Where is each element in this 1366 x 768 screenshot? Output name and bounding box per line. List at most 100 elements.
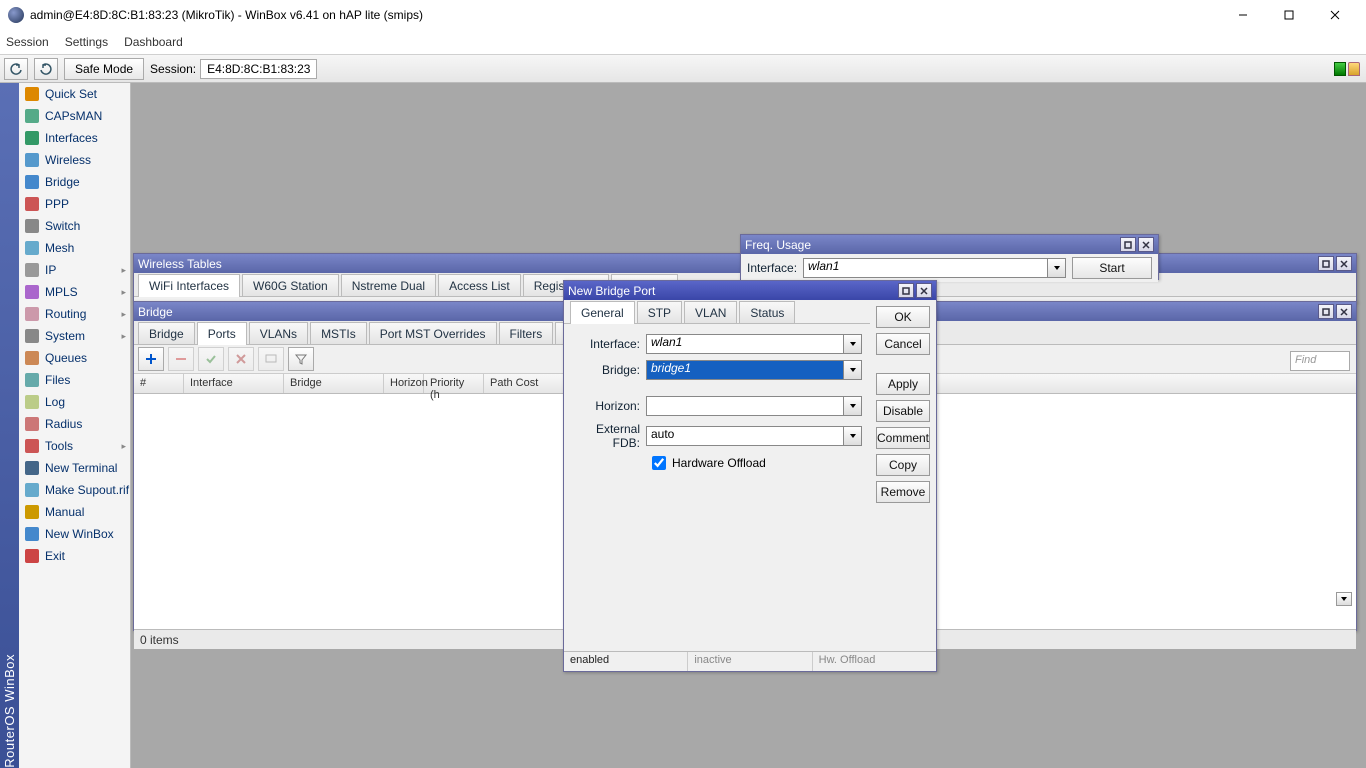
sidebar-item-tools[interactable]: Tools▸ [19, 435, 130, 457]
remove-button[interactable]: Remove [876, 481, 930, 503]
remove-button[interactable] [168, 347, 194, 371]
new-bridge-port-dialog[interactable]: New Bridge Port GeneralSTPVLANStatus Int… [563, 280, 937, 672]
sidebar-item-radius[interactable]: Radius [19, 413, 130, 435]
sidebar-item-bridge[interactable]: Bridge [19, 171, 130, 193]
tab-mstis[interactable]: MSTIs [310, 322, 367, 344]
dropdown-icon[interactable] [844, 334, 862, 354]
redo-button[interactable] [34, 58, 58, 80]
sidebar-item-interfaces[interactable]: Interfaces [19, 127, 130, 149]
sidebar-item-quick-set[interactable]: Quick Set [19, 83, 130, 105]
menu-settings[interactable]: Settings [65, 35, 108, 49]
apply-button[interactable]: Apply [876, 373, 930, 395]
minimize-button[interactable] [1220, 0, 1266, 30]
column-header[interactable]: Priority (h [424, 374, 484, 393]
sidebar-item-new-winbox[interactable]: New WinBox [19, 523, 130, 545]
tab-nstreme-dual[interactable]: Nstreme Dual [341, 274, 436, 296]
close-icon[interactable] [916, 283, 932, 298]
sidebar-item-make-supout-rif[interactable]: Make Supout.rif [19, 479, 130, 501]
dropdown-icon[interactable] [844, 396, 862, 416]
comment-button[interactable]: Comment [876, 427, 930, 449]
external-fdb-input[interactable]: auto [646, 426, 844, 446]
tab-port-mst-overrides[interactable]: Port MST Overrides [369, 322, 497, 344]
bridge-input[interactable]: bridge1 [646, 360, 844, 380]
close-button[interactable] [1312, 0, 1358, 30]
sidebar-item-wireless[interactable]: Wireless [19, 149, 130, 171]
sidebar-item-files[interactable]: Files [19, 369, 130, 391]
sidebar-item-routing[interactable]: Routing▸ [19, 303, 130, 325]
sidebar-item-capsman[interactable]: CAPsMAN [19, 105, 130, 127]
tab-w60g-station[interactable]: W60G Station [242, 274, 339, 296]
restore-icon[interactable] [1318, 256, 1334, 271]
new-bridge-port-titlebar[interactable]: New Bridge Port [564, 281, 936, 300]
sidebar-item-exit[interactable]: Exit [19, 545, 130, 567]
status-inactive: inactive [688, 652, 812, 671]
restore-icon[interactable] [1318, 304, 1334, 319]
enable-button[interactable] [198, 347, 224, 371]
tab-general[interactable]: General [570, 301, 635, 324]
restore-icon[interactable] [1120, 237, 1136, 252]
comment-button[interactable] [258, 347, 284, 371]
sidebar-item-system[interactable]: System▸ [19, 325, 130, 347]
ok-button[interactable]: OK [876, 306, 930, 328]
find-input[interactable]: Find [1290, 351, 1350, 371]
dropdown-icon[interactable] [1048, 258, 1066, 278]
disable-button[interactable] [228, 347, 254, 371]
tab-vlans[interactable]: VLANs [249, 322, 308, 344]
sidebar-item-label: Make Supout.rif [45, 483, 129, 497]
sidebar-item-switch[interactable]: Switch [19, 215, 130, 237]
close-icon[interactable] [1138, 237, 1154, 252]
dropdown-icon[interactable] [1336, 592, 1352, 606]
sidebar-item-mesh[interactable]: Mesh [19, 237, 130, 259]
sidebar-item-new-terminal[interactable]: New Terminal [19, 457, 130, 479]
sidebar-icon [25, 549, 39, 563]
tab-access-list[interactable]: Access List [438, 274, 521, 296]
column-header[interactable]: Horizon [384, 374, 424, 393]
sidebar-item-label: IP [45, 263, 56, 277]
sidebar-item-label: Queues [45, 351, 87, 365]
sidebar-item-mpls[interactable]: MPLS▸ [19, 281, 130, 303]
sidebar-icon [25, 461, 39, 475]
freq-interface-input[interactable]: wlan1 [803, 258, 1048, 278]
filter-button[interactable] [288, 347, 314, 371]
start-button[interactable]: Start [1072, 257, 1152, 279]
column-header[interactable]: Bridge [284, 374, 384, 393]
tab-wifi-interfaces[interactable]: WiFi Interfaces [138, 274, 240, 297]
tab-ports[interactable]: Ports [197, 322, 247, 345]
sidebar-item-manual[interactable]: Manual [19, 501, 130, 523]
tab-stp[interactable]: STP [637, 301, 682, 323]
maximize-button[interactable] [1266, 0, 1312, 30]
horizon-input[interactable] [646, 396, 844, 416]
menu-session[interactable]: Session [6, 35, 49, 49]
dropdown-icon[interactable] [844, 426, 862, 446]
menu-dashboard[interactable]: Dashboard [124, 35, 183, 49]
window-title: admin@E4:8D:8C:B1:83:23 (MikroTik) - Win… [30, 8, 1220, 22]
column-header[interactable]: # [134, 374, 184, 393]
restore-icon[interactable] [898, 283, 914, 298]
disable-button[interactable]: Disable [876, 400, 930, 422]
sidebar-item-queues[interactable]: Queues [19, 347, 130, 369]
add-button[interactable] [138, 347, 164, 371]
safe-mode-button[interactable]: Safe Mode [64, 58, 144, 80]
sidebar-icon [25, 483, 39, 497]
tab-filters[interactable]: Filters [499, 322, 554, 344]
cancel-button[interactable]: Cancel [876, 333, 930, 355]
tab-status[interactable]: Status [739, 301, 795, 323]
sidebar-item-ppp[interactable]: PPP [19, 193, 130, 215]
hardware-offload-checkbox[interactable] [652, 456, 666, 470]
close-icon[interactable] [1336, 304, 1352, 319]
sidebar-item-label: MPLS [45, 285, 78, 299]
tab-bridge[interactable]: Bridge [138, 322, 195, 344]
freq-usage-titlebar[interactable]: Freq. Usage [741, 235, 1158, 254]
undo-button[interactable] [4, 58, 28, 80]
dropdown-icon[interactable] [844, 360, 862, 380]
sidebar-item-log[interactable]: Log [19, 391, 130, 413]
close-icon[interactable] [1336, 256, 1352, 271]
sidebar-item-ip[interactable]: IP▸ [19, 259, 130, 281]
interface-input[interactable]: wlan1 [646, 334, 844, 354]
freq-usage-window[interactable]: Freq. Usage Interface: wlan1 Start [740, 234, 1159, 280]
copy-button[interactable]: Copy [876, 454, 930, 476]
column-header[interactable]: Interface [184, 374, 284, 393]
tab-vlan[interactable]: VLAN [684, 301, 737, 323]
column-header[interactable]: Path Cost [484, 374, 564, 393]
app-icon [8, 7, 24, 23]
